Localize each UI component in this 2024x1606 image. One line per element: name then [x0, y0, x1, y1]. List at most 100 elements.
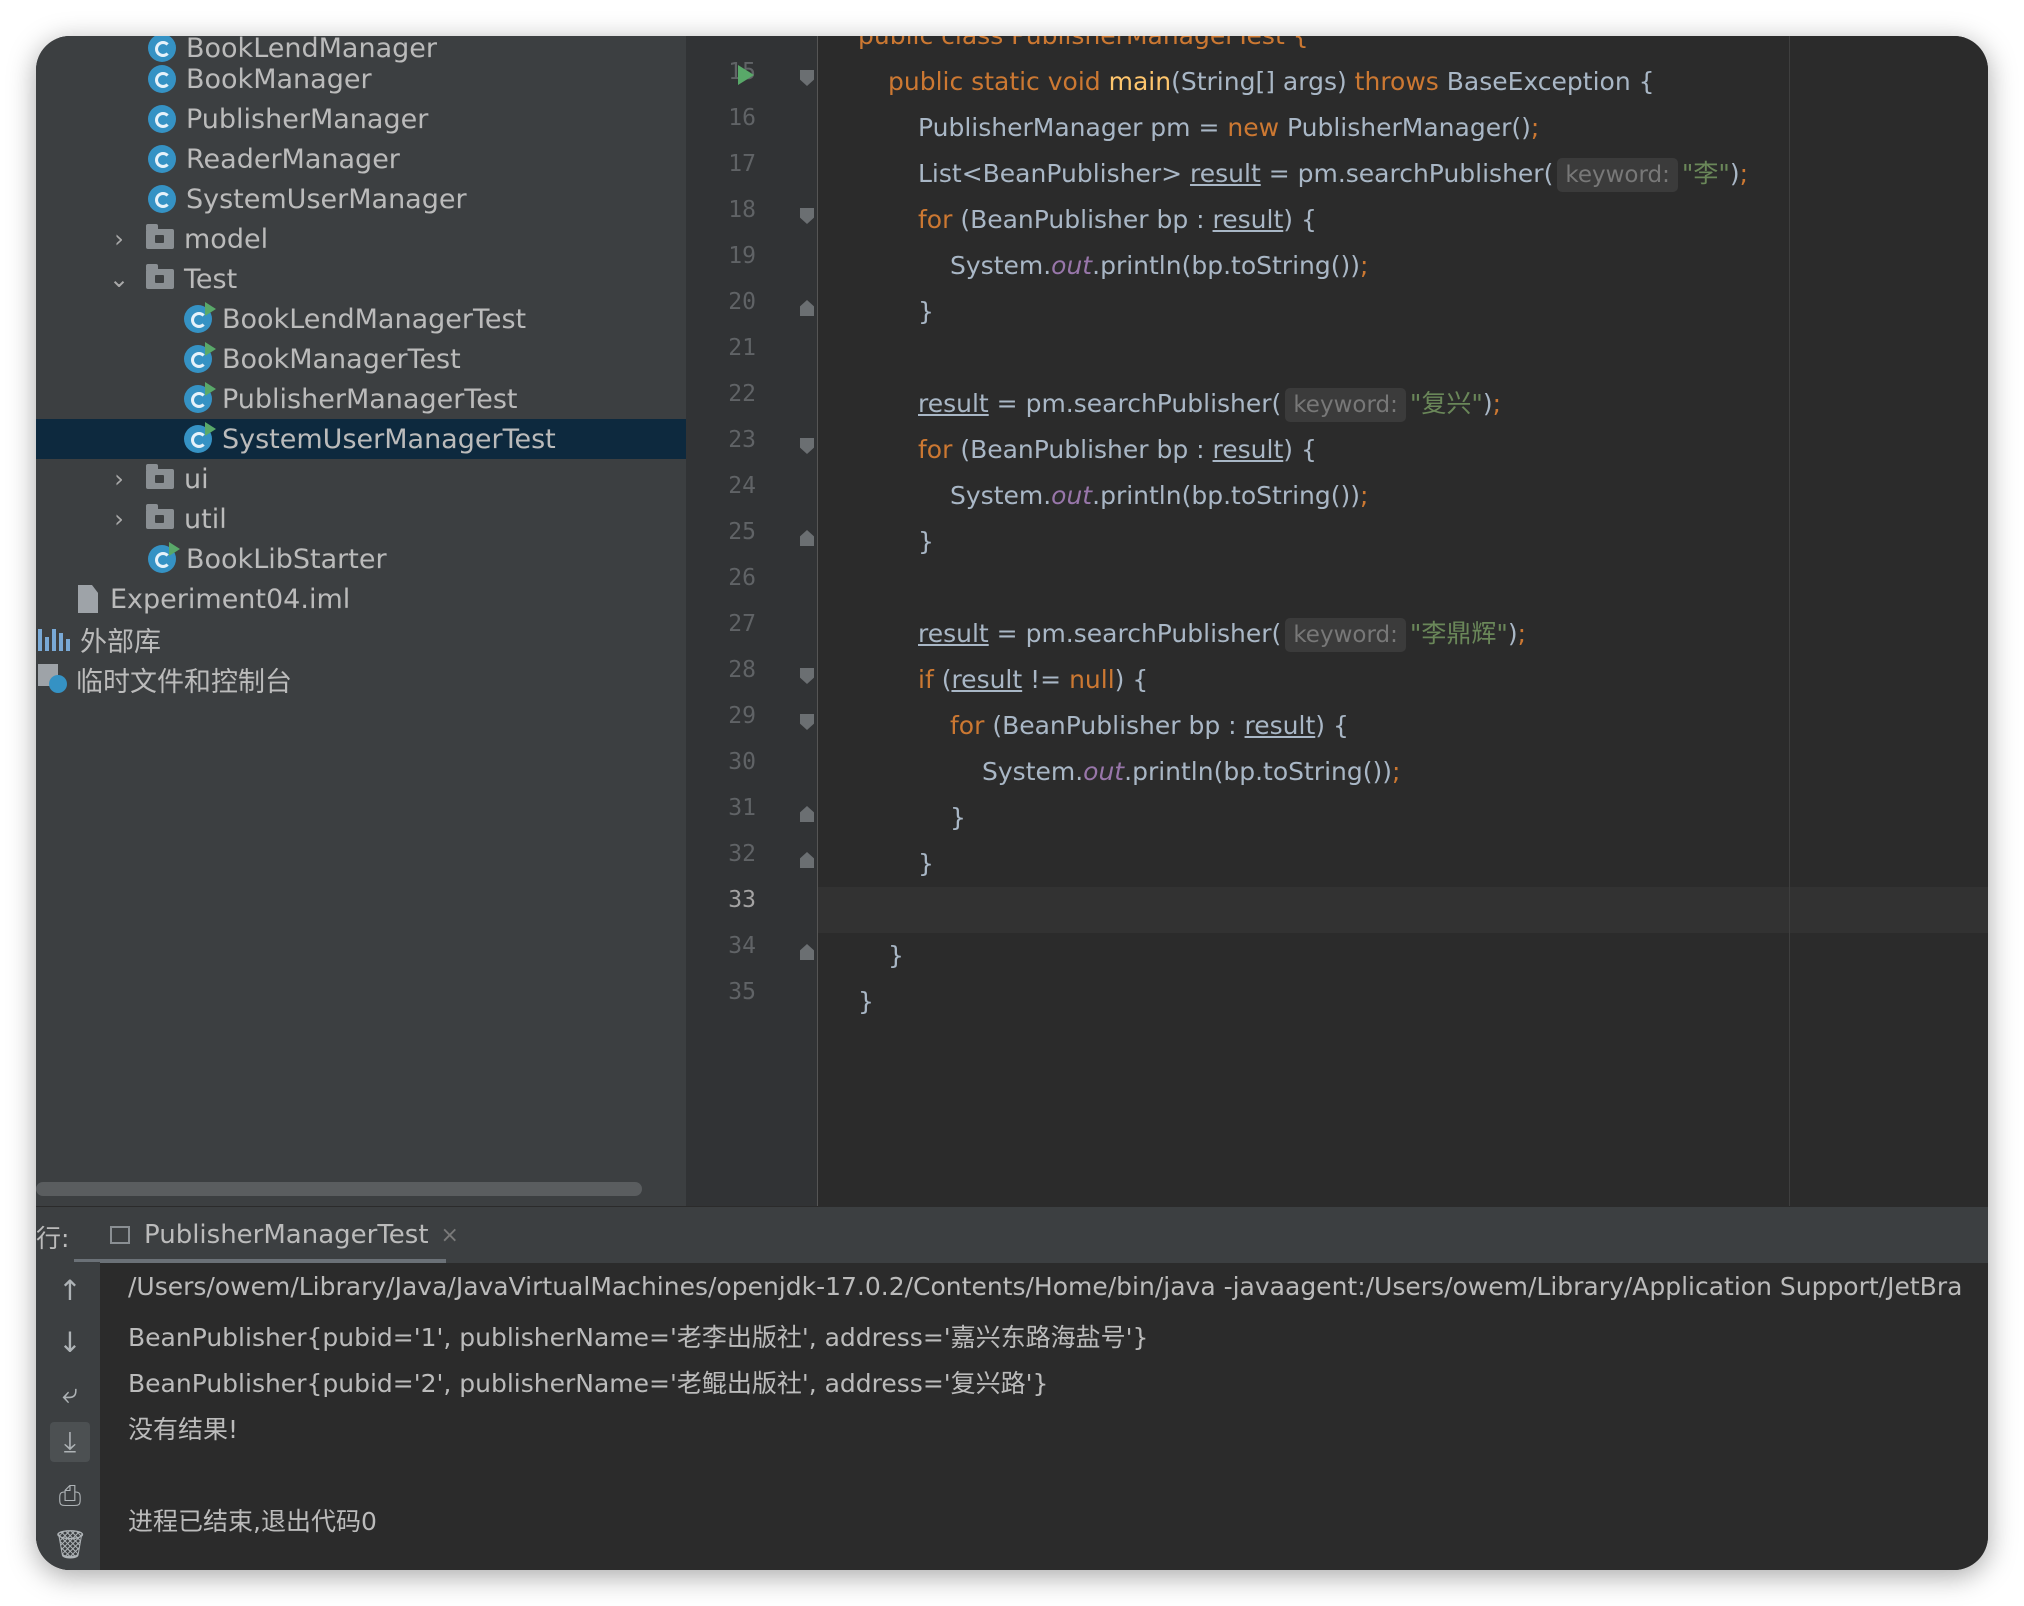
soft-wrap-icon[interactable]: ⤶ [50, 1374, 90, 1414]
class-icon [148, 542, 180, 573]
ide-window: BookLendManager BookManager PublisherMan… [36, 36, 1988, 1570]
editor-gutter: 14 15 16 17 18 19 20 21 22 23 24 25 26 2… [686, 36, 818, 1206]
horizontal-scrollbar[interactable] [36, 1182, 642, 1196]
line-number: 22 [728, 381, 756, 407]
fold-marker-icon[interactable] [800, 944, 814, 960]
console-line: /Users/owem/Library/Java/JavaVirtualMach… [128, 1272, 1963, 1301]
tree-item-publishermanagertest[interactable]: PublisherManagerTest [36, 379, 686, 419]
tree-item-label: ui [184, 463, 209, 495]
parameter-hint: keyword: [1557, 158, 1678, 192]
arrow-up-icon[interactable]: ↑ [50, 1270, 90, 1310]
line-number: 29 [728, 703, 756, 729]
code-line-29: for (BeanPublisher bp : result) { [950, 711, 1349, 740]
tree-item-ui[interactable]: › ui [36, 459, 686, 499]
class-icon [148, 145, 176, 173]
tree-item-label: 临时文件和控制台 [76, 666, 292, 698]
run-label: 行: [36, 1224, 70, 1253]
fold-marker-icon[interactable] [800, 668, 814, 684]
tree-item-external-libraries[interactable]: 外部库 [36, 619, 686, 659]
chevron-right-icon[interactable]: › [106, 505, 132, 533]
close-icon[interactable]: × [441, 1223, 459, 1248]
fold-marker-icon[interactable] [800, 714, 814, 730]
scroll-to-end-icon[interactable]: ⤓ [50, 1422, 90, 1462]
code-line-34: } [888, 941, 904, 970]
test-class-icon [184, 422, 216, 453]
class-icon [148, 65, 176, 93]
line-number: 14 [686, 36, 756, 39]
tree-item-util[interactable]: › util [36, 499, 686, 539]
fold-marker-icon[interactable] [800, 438, 814, 454]
line-number: 24 [728, 473, 756, 499]
console-output[interactable]: /Users/owem/Library/Java/JavaVirtualMach… [128, 1262, 1988, 1570]
run-gutter-icon[interactable] [738, 65, 754, 85]
fold-marker-icon[interactable] [800, 852, 814, 868]
tree-item-readermanager[interactable]: ReaderManager [36, 139, 686, 179]
code-line-15: public static void main(String[] args) t… [888, 67, 1655, 96]
tree-item-label: model [184, 223, 269, 255]
fold-marker-icon[interactable] [800, 530, 814, 546]
folder-icon [146, 264, 174, 289]
console-line: 进程已结束,退出代码0 [128, 1507, 377, 1536]
parameter-hint: keyword: [1285, 618, 1406, 652]
code-line-25: } [918, 527, 934, 556]
code-line-27: result = pm.searchPublisher(keyword: "李鼎辉… [918, 611, 1988, 657]
print-icon[interactable]: ⎙ [50, 1476, 90, 1516]
tree-item-booklibstarter[interactable]: BookLibStarter [36, 539, 686, 579]
code-line-24: System.out.println(bp.toString()); [950, 481, 1369, 510]
line-number: 34 [728, 933, 756, 959]
trash-icon[interactable]: 🗑 [50, 1524, 90, 1564]
folder-icon [146, 224, 174, 249]
tree-item-systemusermanager[interactable]: SystemUserManager [36, 179, 686, 219]
console-line: BeanPublisher{pubid='1', publisherName='… [128, 1323, 1149, 1352]
chevron-down-icon[interactable]: ⌄ [106, 265, 132, 293]
fold-marker-icon[interactable] [800, 806, 814, 822]
code-line-23: for (BeanPublisher bp : result) { [918, 435, 1317, 464]
line-number: 31 [728, 795, 756, 821]
test-class-icon [184, 342, 216, 373]
run-tool-window: 行: PublisherManagerTest × ↑ ↓ ⤶ ⤓ ⎙ 🗑 /U… [36, 1206, 1988, 1570]
code-line-18: for (BeanPublisher bp : result) { [918, 205, 1317, 234]
arrow-down-icon[interactable]: ↓ [50, 1322, 90, 1362]
code-line-35: } [858, 987, 874, 1016]
tree-item-label: SystemUserManagerTest [222, 423, 556, 455]
code-line-17: List<BeanPublisher> result = pm.searchPu… [918, 151, 1988, 197]
tree-item-publishermanager[interactable]: PublisherManager [36, 99, 686, 139]
chevron-right-icon[interactable]: › [106, 465, 132, 493]
run-tool-header: 行: PublisherManagerTest × [36, 1206, 1988, 1263]
tree-item-label: ReaderManager [186, 143, 400, 175]
project-tree: BookLendManager BookManager PublisherMan… [36, 36, 686, 1206]
fold-marker-icon[interactable] [800, 300, 814, 316]
tab-label: PublisherManagerTest [144, 1220, 429, 1250]
tree-item-label: 外部库 [80, 626, 161, 658]
test-class-icon [184, 382, 216, 413]
tab-publishermanagertest[interactable]: PublisherManagerTest × [98, 1207, 471, 1263]
code-line-19: System.out.println(bp.toString()); [950, 251, 1369, 280]
tree-item-bookmanager[interactable]: BookManager [36, 59, 686, 99]
class-icon [148, 105, 176, 133]
tree-item-iml-file[interactable]: Experiment04.iml [36, 579, 686, 619]
tree-item-label: SystemUserManager [186, 183, 467, 215]
line-number-current: 33 [728, 887, 756, 913]
run-config-icon [110, 1226, 130, 1244]
fold-marker-icon[interactable] [800, 208, 814, 224]
chevron-right-icon[interactable]: › [106, 225, 132, 253]
tree-item-scratches[interactable]: 临时文件和控制台 [36, 659, 686, 699]
tree-item-label: util [184, 503, 227, 535]
run-toolbar: ↑ ↓ ⤶ ⤓ ⎙ 🗑 [36, 1262, 100, 1570]
line-number: 25 [728, 519, 756, 545]
tree-item-label: BookLibStarter [186, 543, 387, 575]
code-line-30: System.out.println(bp.toString()); [982, 757, 1401, 786]
tree-item-test[interactable]: ⌄ Test [36, 259, 686, 299]
folder-icon [146, 464, 174, 489]
tree-item-booklendmanagertest[interactable]: BookLendManagerTest [36, 299, 686, 339]
code-editor[interactable]: public class PublisherManagerTest { publ… [818, 36, 1988, 1206]
parameter-hint: keyword: [1285, 388, 1406, 422]
tree-item-bookmanagertest[interactable]: BookManagerTest [36, 339, 686, 379]
fold-marker-icon[interactable] [800, 70, 814, 86]
line-number: 20 [728, 289, 756, 315]
line-number: 28 [728, 657, 756, 683]
tree-item-model[interactable]: › model [36, 219, 686, 259]
tree-item-label: BookManagerTest [222, 343, 461, 375]
tree-item-systemusermanagertest[interactable]: SystemUserManagerTest [36, 419, 686, 459]
line-number: 19 [728, 243, 756, 269]
